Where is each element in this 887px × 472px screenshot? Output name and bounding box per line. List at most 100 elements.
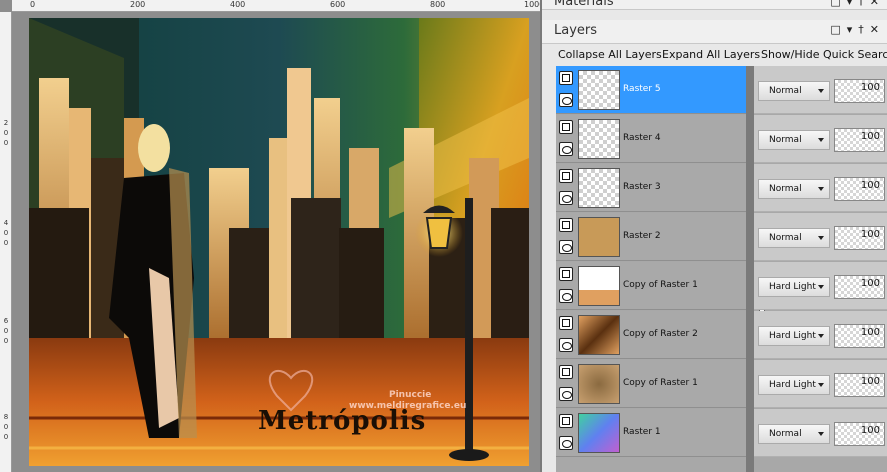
layer-group-icon[interactable] xyxy=(559,120,573,134)
visibility-eye-icon[interactable] xyxy=(559,289,573,303)
layer-row[interactable]: Raster 4 Normal 100 xyxy=(556,115,887,164)
blend-mode-dropdown[interactable]: Normal xyxy=(758,81,830,101)
opacity-value: 100 xyxy=(860,278,880,289)
layer-row[interactable]: Copy of Raster 2 Hard Light 100 xyxy=(556,311,887,360)
layer-name-cell[interactable]: Raster 2 xyxy=(556,213,746,261)
layer-group-icon[interactable] xyxy=(559,414,573,428)
ruler-label: 4 xyxy=(3,219,9,227)
layer-row-icons xyxy=(558,265,576,307)
layer-row[interactable]: Raster 1 Normal 100 xyxy=(556,409,887,458)
layer-name-cell[interactable]: Raster 3 xyxy=(556,164,746,212)
opacity-value: 100 xyxy=(860,229,880,240)
pin-icon[interactable]: † xyxy=(858,0,870,8)
layer-group-icon[interactable] xyxy=(559,218,573,232)
menu-icon[interactable]: ▾ xyxy=(847,23,859,36)
blend-mode-dropdown[interactable]: Normal xyxy=(758,424,830,444)
layer-blend-cell: Hard Light 100 xyxy=(754,311,887,359)
visibility-eye-icon[interactable] xyxy=(559,142,573,156)
layer-name-cell[interactable]: Raster 4 xyxy=(556,115,746,163)
dock-icon[interactable]: □ xyxy=(830,0,846,8)
visibility-eye-icon[interactable] xyxy=(559,387,573,401)
layer-group-icon[interactable] xyxy=(559,365,573,379)
ruler-label: 2 xyxy=(3,119,9,127)
expand-all-layers-button[interactable]: Expand All Layers xyxy=(662,48,760,61)
blend-mode-dropdown[interactable]: Hard Light xyxy=(758,326,830,346)
blend-mode-dropdown[interactable]: Hard Light xyxy=(758,277,830,297)
ruler-label: 8 xyxy=(3,413,9,421)
visibility-eye-icon[interactable] xyxy=(559,93,573,107)
opacity-input[interactable]: 100 xyxy=(834,324,885,348)
blend-mode-dropdown[interactable]: Normal xyxy=(758,130,830,150)
layer-row[interactable]: Copy of Raster 1 Hard Light 100 xyxy=(556,360,887,409)
close-icon[interactable]: ✕ xyxy=(870,23,885,36)
layer-row[interactable]: Raster 2 Normal 100 xyxy=(556,213,887,262)
layer-group-icon[interactable] xyxy=(559,71,573,85)
visibility-eye-icon[interactable] xyxy=(559,240,573,254)
layer-list: Raster 5 Normal 100 Raster 4 Normal 100 xyxy=(556,66,887,472)
layer-thumbnail xyxy=(578,119,620,159)
ruler-label: 0 xyxy=(3,433,9,441)
layer-thumbnail xyxy=(578,266,620,306)
opacity-value: 100 xyxy=(860,180,880,191)
layer-thumbnail xyxy=(578,315,620,355)
layer-blend-cell: Normal 100 xyxy=(754,213,887,261)
blend-mode-dropdown[interactable]: Hard Light xyxy=(758,375,830,395)
opacity-value: 100 xyxy=(860,131,880,142)
layer-name-cell[interactable]: Copy of Raster 1 xyxy=(556,262,746,310)
vertical-ruler: 2 0 0 4 0 0 6 0 0 8 0 0 xyxy=(0,12,12,472)
opacity-value: 100 xyxy=(860,376,880,387)
opacity-value: 100 xyxy=(860,425,880,436)
layer-row-icons xyxy=(558,167,576,209)
layer-name-cell[interactable]: Raster 5 xyxy=(556,66,746,114)
layer-blend-cell: Normal 100 xyxy=(754,164,887,212)
blend-mode-value: Hard Light xyxy=(769,331,816,341)
layer-name-cell[interactable]: Copy of Raster 2 xyxy=(556,311,746,359)
layer-row[interactable]: Raster 5 Normal 100 xyxy=(556,66,887,115)
layer-blend-cell: Normal 100 xyxy=(754,66,887,114)
layer-name-cell[interactable]: Raster 1 xyxy=(556,409,746,457)
materials-panel-controls: □▾†✕ xyxy=(830,0,885,8)
layer-name-cell[interactable]: Copy of Raster 1 xyxy=(556,360,746,408)
blend-mode-value: Normal xyxy=(769,184,802,194)
show-hide-quick-search-button[interactable]: Show/Hide Quick Search xyxy=(761,48,887,61)
layer-thumbnail xyxy=(578,217,620,257)
visibility-eye-icon[interactable] xyxy=(559,191,573,205)
opacity-input[interactable]: 100 xyxy=(834,177,885,201)
opacity-input[interactable]: 100 xyxy=(834,79,885,103)
chevron-down-icon xyxy=(818,285,824,289)
layer-group-icon[interactable] xyxy=(559,169,573,183)
layer-group-icon[interactable] xyxy=(559,316,573,330)
layer-name: Raster 3 xyxy=(623,182,661,192)
layer-row-icons xyxy=(558,363,576,405)
layer-row[interactable]: Raster 3 Normal 100 xyxy=(556,164,887,213)
pin-icon[interactable]: † xyxy=(858,23,870,36)
blend-mode-value: Normal xyxy=(769,233,802,243)
opacity-input[interactable]: 100 xyxy=(834,226,885,250)
layers-toolbar: Collapse All Layers Expand All Layers Sh… xyxy=(542,44,887,66)
layer-name: Raster 5 xyxy=(623,84,661,94)
canvas-area[interactable]: 0 200 400 600 800 1000 2 0 0 4 0 0 6 0 0… xyxy=(0,0,544,472)
layer-row-icons xyxy=(558,314,576,356)
blend-mode-dropdown[interactable]: Normal xyxy=(758,228,830,248)
layer-name: Raster 2 xyxy=(623,231,661,241)
horizontal-ruler: 0 200 400 600 800 1000 xyxy=(12,0,544,12)
opacity-input[interactable]: 100 xyxy=(834,275,885,299)
artwork-canvas[interactable]: Pinuccie www.meldiregrafice.eu Metrópoli… xyxy=(29,18,529,466)
blend-mode-dropdown[interactable]: Normal xyxy=(758,179,830,199)
layers-panel-title: Layers xyxy=(554,23,598,38)
dock-icon[interactable]: □ xyxy=(830,23,846,36)
layer-name: Copy of Raster 1 xyxy=(623,280,698,290)
visibility-eye-icon[interactable] xyxy=(559,338,573,352)
opacity-input[interactable]: 100 xyxy=(834,373,885,397)
layer-thumbnail xyxy=(578,70,620,110)
opacity-input[interactable]: 100 xyxy=(834,422,885,446)
layer-group-icon[interactable] xyxy=(559,267,573,281)
visibility-eye-icon[interactable] xyxy=(559,436,573,450)
ruler-label: 0 xyxy=(3,337,9,345)
layer-row[interactable]: Copy of Raster 1 Hard Light 100 xyxy=(556,262,887,311)
opacity-input[interactable]: 100 xyxy=(834,128,885,152)
layer-blend-cell: Normal 100 xyxy=(754,115,887,163)
menu-icon[interactable]: ▾ xyxy=(847,0,859,8)
collapse-all-layers-button[interactable]: Collapse All Layers xyxy=(558,48,662,61)
close-icon[interactable]: ✕ xyxy=(870,0,885,8)
